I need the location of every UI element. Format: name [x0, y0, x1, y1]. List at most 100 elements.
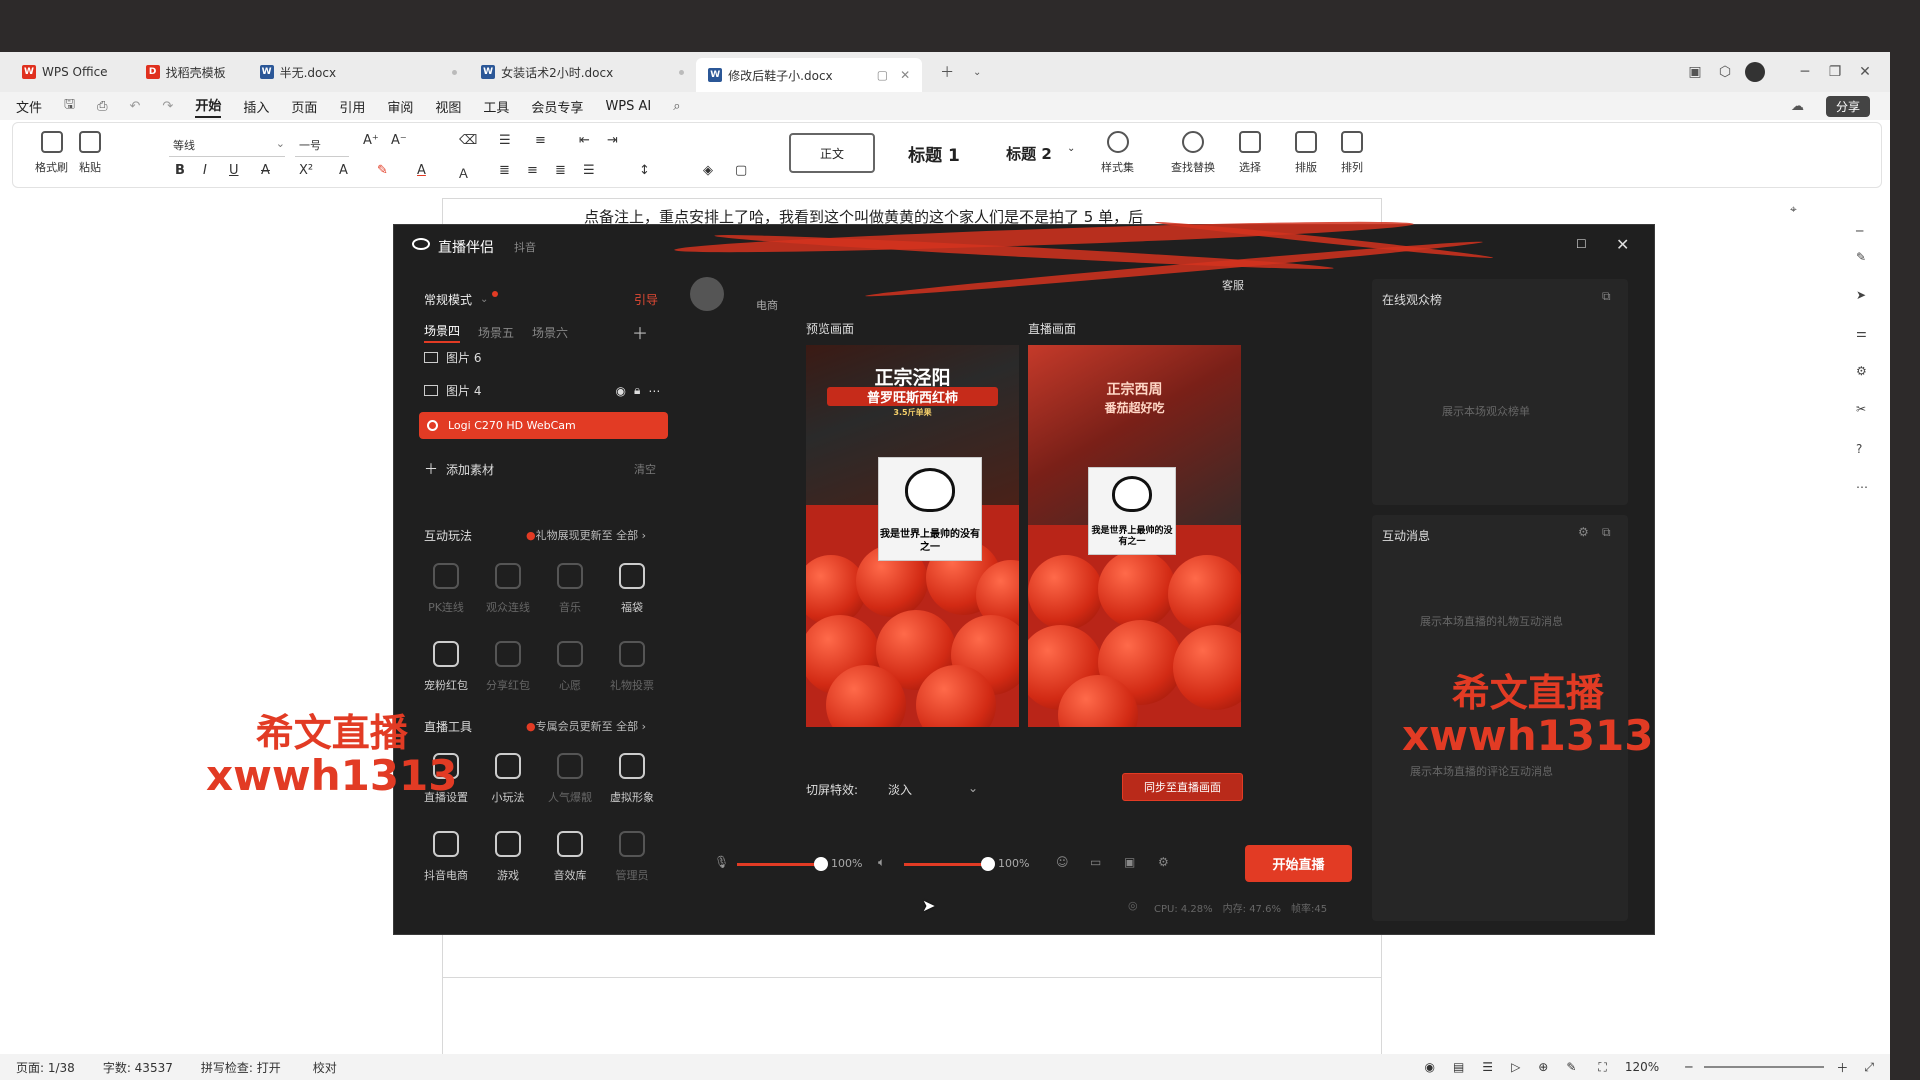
line-spacing-icon[interactable]: ↕: [639, 163, 650, 178]
style-heading-1[interactable]: 标题 1: [889, 133, 979, 173]
menu-review[interactable]: 审阅: [387, 97, 413, 116]
undo-icon[interactable]: ↶: [130, 99, 141, 114]
location-pin-icon[interactable]: ⌖: [1790, 202, 1797, 217]
more-icon[interactable]: ⋯: [1856, 480, 1868, 494]
tools-item[interactable]: 小玩法: [478, 753, 538, 805]
page-count[interactable]: 页面: 1/38: [16, 1059, 75, 1076]
guide-link[interactable]: 引导: [634, 291, 658, 308]
mode-select[interactable]: 常规模式 ⌄: [424, 290, 499, 308]
fullscreen-icon[interactable]: ⤢: [1864, 1060, 1874, 1075]
cloud-icon[interactable]: ☁: [1791, 99, 1804, 114]
strikethrough-icon[interactable]: A: [261, 163, 270, 178]
search-icon[interactable]: ⌕: [673, 99, 680, 114]
tab-wps-office[interactable]: W WPS Office: [10, 58, 120, 86]
transition-select[interactable]: 淡入 ⌄: [888, 781, 978, 798]
zoom-in-button[interactable]: ＋: [1836, 1059, 1848, 1076]
record-icon[interactable]: ▭: [1090, 855, 1101, 869]
add-scene-button[interactable]: ＋: [632, 320, 648, 344]
redo-icon[interactable]: ↷: [162, 99, 173, 114]
tools-item[interactable]: 管理员: [602, 831, 662, 883]
tab-pin-icon[interactable]: ▢: [877, 68, 888, 82]
interactive-item[interactable]: 宠粉红包: [416, 641, 476, 693]
interactive-item[interactable]: 福袋: [602, 563, 662, 615]
align-center-icon[interactable]: ≡: [527, 163, 538, 178]
play-icon[interactable]: ▷: [1511, 1060, 1520, 1074]
document-page-next[interactable]: [442, 977, 1382, 1057]
service-link[interactable]: 客服: [1222, 277, 1244, 293]
window-mode-icon[interactable]: ▣: [1680, 57, 1710, 87]
scene-tab-6[interactable]: 场景六: [532, 324, 568, 341]
minimize-button[interactable]: ─: [1790, 57, 1820, 87]
pointer-icon[interactable]: ➤: [1856, 288, 1866, 302]
close-button[interactable]: ✕: [1616, 235, 1629, 254]
superscript-icon[interactable]: X²: [299, 163, 313, 178]
close-window-button[interactable]: ✕: [1850, 57, 1880, 87]
menu-member[interactable]: 会员专享: [531, 97, 583, 116]
interactive-item[interactable]: 音乐: [540, 563, 600, 615]
align-right-icon[interactable]: ≣: [555, 163, 566, 178]
share-button[interactable]: 分享: [1825, 95, 1870, 117]
source-item-active[interactable]: Logi C270 HD WebCam: [419, 412, 668, 439]
restore-button[interactable]: ❐: [1820, 57, 1850, 87]
tab-close-icon[interactable]: ✕: [900, 68, 910, 82]
indent-icon[interactable]: ⇤: [579, 133, 590, 148]
menu-file[interactable]: 文件: [16, 97, 42, 116]
font-size-select[interactable]: 一号: [295, 137, 349, 157]
font-name-select[interactable]: 等线 ⌄: [169, 137, 285, 157]
save-icon[interactable]: 🖫: [64, 95, 75, 117]
minus-icon[interactable]: ─: [1856, 224, 1863, 238]
font-color-icon[interactable]: A: [417, 163, 426, 178]
interactive-item[interactable]: 观众连线: [478, 563, 538, 615]
zoom-slider[interactable]: [1704, 1066, 1825, 1068]
tools-item[interactable]: 人气爆靓: [540, 753, 600, 805]
start-live-button[interactable]: 开始直播: [1245, 845, 1352, 882]
user-avatar[interactable]: [690, 277, 724, 311]
speaker-volume-knob[interactable]: [981, 857, 995, 871]
select-button[interactable]: 选择: [1239, 131, 1261, 175]
menu-start[interactable]: 开始: [195, 95, 222, 118]
interactive-item[interactable]: 礼物投票: [602, 641, 662, 693]
tools-item[interactable]: 抖音电商: [416, 831, 476, 883]
page-view-icon[interactable]: ▤: [1453, 1060, 1464, 1074]
pen-icon[interactable]: ✎: [1856, 250, 1866, 264]
zoom-out-button[interactable]: ─: [1685, 1060, 1692, 1074]
tab-doc-3[interactable]: W 修改后鞋子小.docx ▢ ✕: [696, 58, 923, 92]
spell-check[interactable]: 拼写检查: 打开: [201, 1059, 281, 1076]
text-effect-icon[interactable]: A: [339, 163, 348, 178]
gear-icon[interactable]: ⚙: [1158, 855, 1169, 869]
popout-icon[interactable]: ⧉: [1602, 525, 1611, 540]
live-screen[interactable]: 正宗西周 番茄超好吃 我是世界上最帅的没有之一: [1028, 345, 1241, 727]
zoom-level[interactable]: 120%: [1625, 1060, 1659, 1074]
edit-icon[interactable]: ✎: [1566, 1060, 1576, 1074]
find-replace-button[interactable]: 查找替换: [1171, 131, 1215, 175]
eye-icon[interactable]: ◉: [1424, 1060, 1434, 1074]
align-left-icon[interactable]: ≣: [499, 163, 510, 178]
new-tab-button[interactable]: ＋: [932, 57, 962, 87]
shading-icon[interactable]: ◈: [703, 163, 713, 178]
style-set-button[interactable]: 样式集: [1101, 131, 1134, 175]
shrink-font-icon[interactable]: A⁻: [391, 133, 407, 148]
interactive-item[interactable]: PK连线: [416, 563, 476, 615]
layout-button[interactable]: 排版: [1295, 131, 1317, 175]
beauty-icon[interactable]: ☺: [1056, 855, 1069, 869]
word-count[interactable]: 字数: 43537: [103, 1059, 173, 1076]
add-source-button[interactable]: ＋ 添加素材: [424, 459, 494, 479]
help-icon[interactable]: ?: [1856, 442, 1862, 456]
menu-reference[interactable]: 引用: [339, 97, 365, 116]
tools-item[interactable]: 游戏: [478, 831, 538, 883]
outdent-icon[interactable]: ⇥: [607, 133, 618, 148]
speaker-icon[interactable]: 🔈︎: [878, 855, 885, 870]
arrange-button[interactable]: 排列: [1341, 131, 1363, 175]
speaker-volume-slider[interactable]: [904, 857, 995, 871]
eraser-icon[interactable]: ⌫: [459, 133, 477, 148]
sliders-icon[interactable]: ⚌: [1856, 326, 1867, 340]
style-expand-icon[interactable]: ⌄: [1067, 143, 1075, 154]
menu-page[interactable]: 页面: [291, 97, 317, 116]
maximize-button[interactable]: ☐: [1576, 237, 1587, 251]
proofread[interactable]: 校对: [313, 1059, 337, 1076]
cube-icon[interactable]: ⬡: [1710, 57, 1740, 87]
bullet-list-icon[interactable]: ☰: [499, 133, 511, 148]
microphone-icon[interactable]: 🎙︎: [714, 855, 729, 869]
print-icon[interactable]: ⎙: [97, 99, 107, 114]
italic-icon[interactable]: I: [203, 163, 207, 178]
